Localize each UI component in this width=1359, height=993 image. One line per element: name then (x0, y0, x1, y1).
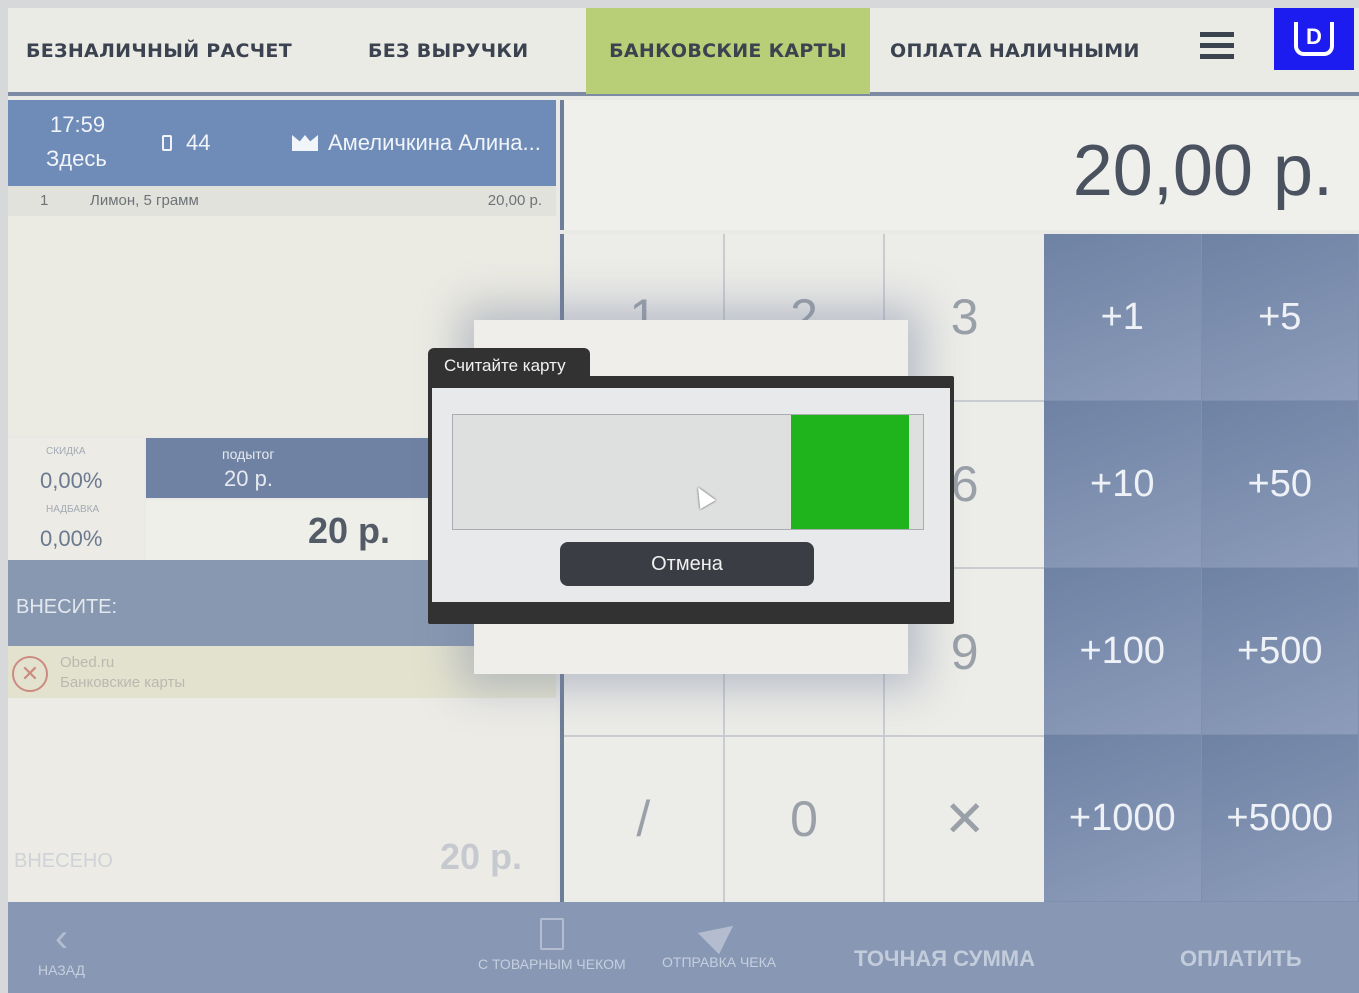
surcharge-label: НАДБАВКА (46, 504, 100, 515)
order-item-row[interactable]: 1 Лимон, 5 грамм 20,00 р. (8, 186, 556, 216)
paid-panel: ВНЕСЕНО 20 р. (8, 698, 556, 902)
discount-panel: СКИДКА 0,00% НАДБАВКА 0,00% (8, 438, 144, 560)
order-table: 44 (162, 130, 210, 156)
dialog-body: Отмена (432, 388, 950, 602)
key-0[interactable]: 0 (724, 736, 884, 902)
send-receipt-label: ОТПРАВКА ЧЕКА (662, 954, 777, 970)
exact-sum-button[interactable]: ТОЧНАЯ СУММА (854, 946, 1035, 972)
key-clear[interactable]: ✕ (885, 736, 1044, 902)
pos-screen: БЕЗНАЛИЧНЫЙ РАСЧЕТ БЕЗ ВЫРУЧКИ БАНКОВСКИ… (8, 8, 1359, 993)
order-time: 17:59 (50, 112, 106, 137)
subtotal-value: 20 р. (224, 466, 273, 491)
payment-provider: Obed.ru (60, 654, 115, 671)
key-slash[interactable]: / (564, 736, 723, 902)
subtotal-label: подытог (222, 446, 275, 462)
paid-label: ВНЕСЕНО (14, 850, 113, 872)
quick-plus-10[interactable]: +10 (1044, 401, 1202, 568)
tab-cashless[interactable]: БЕЗНАЛИЧНЫЙ РАСЧЕТ (26, 8, 326, 94)
total-value: 20 р. (308, 510, 391, 551)
dialog-title: Считайте карту (428, 348, 590, 384)
quick-plus-5000[interactable]: +5000 (1201, 735, 1359, 902)
table-icon (162, 135, 172, 151)
back-button[interactable]: ‹ НАЗАД (38, 916, 86, 978)
bottom-action-bar: ‹ НАЗАД С ТОВАРНЫМ ЧЕКОМ ОТПРАВКА ЧЕКА Т… (8, 902, 1359, 993)
send-receipt-button[interactable]: ОТПРАВКА ЧЕКА (662, 911, 777, 970)
quick-plus-5[interactable]: +5 (1201, 234, 1359, 401)
logo-button[interactable]: D (1274, 8, 1354, 70)
tab-no-revenue[interactable]: БЕЗ ВЫРУЧКИ (368, 8, 568, 94)
surcharge-value[interactable]: 0,00% (40, 526, 102, 552)
card-read-progress (452, 414, 924, 530)
cancel-button[interactable]: Отмена (560, 542, 814, 586)
waiter-name: Амеличкина Алина... (328, 130, 541, 155)
discount-value[interactable]: 0,00% (40, 468, 102, 494)
order-waiter[interactable]: Амеличкина Алина... (292, 130, 541, 156)
quick-plus-1000[interactable]: +1000 (1044, 735, 1202, 902)
close-circle-icon[interactable]: ✕ (12, 656, 48, 692)
logo-icon: D (1294, 22, 1334, 56)
quick-amounts: +1 +5 +10 +50 +100 +500 +1000 +5000 (1044, 234, 1359, 902)
progress-fill (791, 415, 909, 529)
key-3[interactable]: 3 (885, 234, 1044, 400)
item-price: 20,00 р. (487, 192, 542, 209)
pay-button[interactable]: ОПЛАТИТЬ (1180, 946, 1302, 972)
paper-plane-icon (697, 911, 741, 955)
quick-plus-1[interactable]: +1 (1044, 234, 1202, 401)
amount-value: 20,00 р. (1072, 131, 1333, 211)
paid-value: 20 р. (440, 836, 523, 877)
receipt-icon (539, 918, 564, 950)
chevron-left-icon: ‹ (54, 916, 69, 960)
payment-method: Банковские карты (60, 674, 186, 691)
quick-plus-100[interactable]: +100 (1044, 568, 1202, 735)
quick-plus-50[interactable]: +50 (1201, 401, 1359, 568)
order-place: Здесь (46, 146, 107, 171)
quick-plus-500[interactable]: +500 (1201, 568, 1359, 735)
deposit-label: ВНЕСИТЕ: (16, 596, 118, 618)
with-receipt-label: С ТОВАРНЫМ ЧЕКОМ (478, 956, 626, 972)
item-name: Лимон, 5 грамм (90, 192, 199, 209)
order-header: 17:59 Здесь 44 Амеличкина Алина... (8, 100, 556, 186)
discount-label: СКИДКА (46, 446, 86, 457)
tab-cash[interactable]: ОПЛАТА НАЛИЧНЫМИ (890, 8, 1180, 94)
amount-display: 20,00 р. (560, 100, 1359, 230)
hamburger-icon[interactable] (1200, 32, 1234, 62)
item-number: 1 (40, 192, 49, 209)
tab-bank-cards[interactable]: БАНКОВСКИЕ КАРТЫ (586, 8, 870, 94)
back-label: НАЗАД (38, 962, 86, 978)
with-receipt-button[interactable]: С ТОВАРНЫМ ЧЕКОМ (478, 918, 626, 972)
crown-icon (292, 135, 318, 151)
table-number: 44 (186, 130, 211, 155)
payment-tabs: БЕЗНАЛИЧНЫЙ РАСЧЕТ БЕЗ ВЫРУЧКИ БАНКОВСКИ… (8, 8, 1359, 96)
